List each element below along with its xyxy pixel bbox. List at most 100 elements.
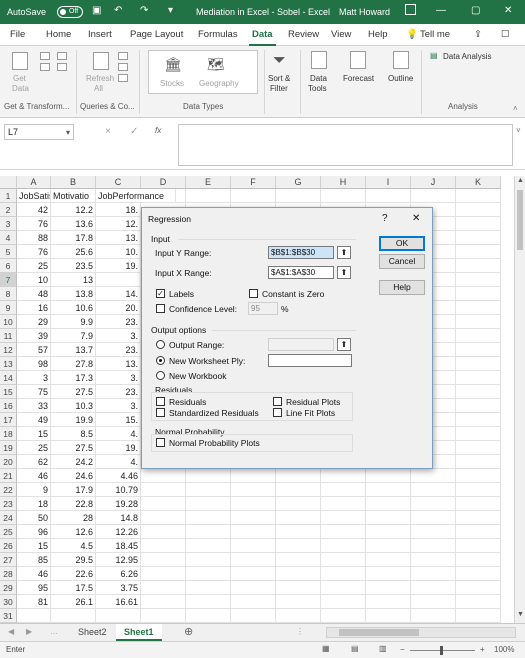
table-cell[interactable]	[456, 371, 501, 385]
row-header[interactable]: 23	[0, 497, 17, 511]
table-cell[interactable]	[456, 329, 501, 343]
table-cell[interactable]	[276, 483, 321, 497]
table-cell[interactable]: 16.61	[96, 595, 141, 609]
table-cell[interactable]	[231, 581, 276, 595]
table-cell[interactable]	[186, 567, 231, 581]
row-header[interactable]: 11	[0, 329, 17, 343]
table-cell[interactable]	[411, 609, 456, 623]
table-cell[interactable]: 12.2	[51, 203, 96, 217]
table-cell[interactable]: 96	[17, 525, 51, 539]
table-cell[interactable]	[321, 525, 366, 539]
ribbon-display-icon[interactable]	[405, 4, 416, 15]
table-cell[interactable]: 9.9	[51, 315, 96, 329]
table-cell[interactable]: 23.5	[51, 259, 96, 273]
table-cell[interactable]	[456, 287, 501, 301]
table-cell[interactable]: 13.	[96, 231, 141, 245]
column-header-e[interactable]: E	[186, 176, 231, 189]
forecast-button[interactable]: Forecast	[343, 74, 374, 83]
horizontal-scroll-thumb[interactable]	[339, 629, 419, 636]
table-cell[interactable]	[141, 511, 186, 525]
table-cell[interactable]	[456, 567, 501, 581]
table-cell[interactable]	[231, 609, 276, 623]
save-icon[interactable]: ▣	[92, 5, 101, 16]
tab-view[interactable]: View	[331, 29, 351, 40]
table-cell[interactable]	[456, 581, 501, 595]
table-cell[interactable]	[456, 427, 501, 441]
sort-filter-button-2[interactable]: Filter	[270, 84, 288, 93]
output-range-radio[interactable]	[156, 340, 165, 349]
input-y-range-field[interactable]: $B$1:$B$30	[268, 246, 334, 259]
column-title-cell[interactable]: Motivatio	[51, 189, 96, 203]
table-cell[interactable]	[276, 595, 321, 609]
table-cell[interactable]: 46	[17, 567, 51, 581]
table-cell[interactable]	[141, 609, 186, 623]
column-header-h[interactable]: H	[321, 176, 366, 189]
row-header[interactable]: 6	[0, 259, 17, 273]
table-cell[interactable]: 15.	[96, 413, 141, 427]
row-header[interactable]: 13	[0, 357, 17, 371]
normal-view-icon[interactable]: ▦	[322, 644, 330, 653]
table-cell[interactable]	[456, 245, 501, 259]
table-cell[interactable]: 75	[17, 385, 51, 399]
row-header[interactable]: 8	[0, 287, 17, 301]
table-cell[interactable]	[231, 595, 276, 609]
table-cell[interactable]: 25.6	[51, 245, 96, 259]
row-header[interactable]: 18	[0, 427, 17, 441]
page-layout-view-icon[interactable]: ▤	[351, 644, 359, 653]
table-cell[interactable]	[321, 511, 366, 525]
row-header[interactable]: 20	[0, 455, 17, 469]
refresh-label-2[interactable]: All	[94, 84, 103, 93]
geography-icon[interactable]: 🗺	[207, 56, 225, 73]
table-cell[interactable]	[456, 315, 501, 329]
table-cell[interactable]	[321, 609, 366, 623]
insert-function-icon[interactable]: fx	[155, 126, 161, 135]
table-cell[interactable]: 50	[17, 511, 51, 525]
share-icon[interactable]: ⇪	[474, 29, 482, 40]
row-header[interactable]: 2	[0, 203, 17, 217]
column-header-a[interactable]: A	[17, 176, 51, 189]
input-y-collapse-icon[interactable]: ⬆	[337, 246, 351, 259]
table-cell[interactable]: 81	[17, 595, 51, 609]
table-cell[interactable]: 10.79	[96, 483, 141, 497]
stocks-button[interactable]: Stocks	[160, 79, 184, 88]
table-cell[interactable]: 23.	[96, 343, 141, 357]
table-cell[interactable]: 8.5	[51, 427, 96, 441]
table-cell[interactable]	[141, 469, 186, 483]
queries-connections-icon[interactable]	[118, 52, 128, 60]
table-cell[interactable]	[186, 483, 231, 497]
table-cell[interactable]	[411, 595, 456, 609]
table-cell[interactable]	[366, 483, 411, 497]
column-header-f[interactable]: F	[231, 176, 276, 189]
minimize-icon[interactable]: —	[436, 5, 446, 16]
row-header[interactable]: 14	[0, 371, 17, 385]
data-tools-icon[interactable]	[311, 51, 327, 69]
outline-icon[interactable]	[393, 51, 409, 69]
table-cell[interactable]: 22.6	[51, 567, 96, 581]
table-cell[interactable]	[456, 553, 501, 567]
table-cell[interactable]	[456, 385, 501, 399]
row-header[interactable]: 30	[0, 595, 17, 609]
table-cell[interactable]: 20.	[96, 301, 141, 315]
table-cell[interactable]	[186, 539, 231, 553]
table-cell[interactable]	[456, 301, 501, 315]
table-cell[interactable]: 18	[17, 497, 51, 511]
table-cell[interactable]	[456, 539, 501, 553]
table-cell[interactable]: 19.	[96, 259, 141, 273]
table-cell[interactable]	[456, 203, 501, 217]
from-text-icon[interactable]	[40, 52, 50, 60]
table-cell[interactable]: 18.45	[96, 539, 141, 553]
table-cell[interactable]	[366, 497, 411, 511]
table-cell[interactable]: 12.	[96, 217, 141, 231]
prev-sheet-icon[interactable]: ◀	[8, 627, 14, 636]
table-cell[interactable]	[321, 189, 366, 203]
table-cell[interactable]: 14.	[96, 287, 141, 301]
table-cell[interactable]	[411, 483, 456, 497]
table-cell[interactable]	[411, 189, 456, 203]
row-header[interactable]: 12	[0, 343, 17, 357]
table-cell[interactable]	[411, 567, 456, 581]
table-cell[interactable]	[366, 539, 411, 553]
table-cell[interactable]: 13.6	[51, 217, 96, 231]
table-cell[interactable]	[321, 497, 366, 511]
table-cell[interactable]	[321, 469, 366, 483]
table-cell[interactable]	[276, 511, 321, 525]
